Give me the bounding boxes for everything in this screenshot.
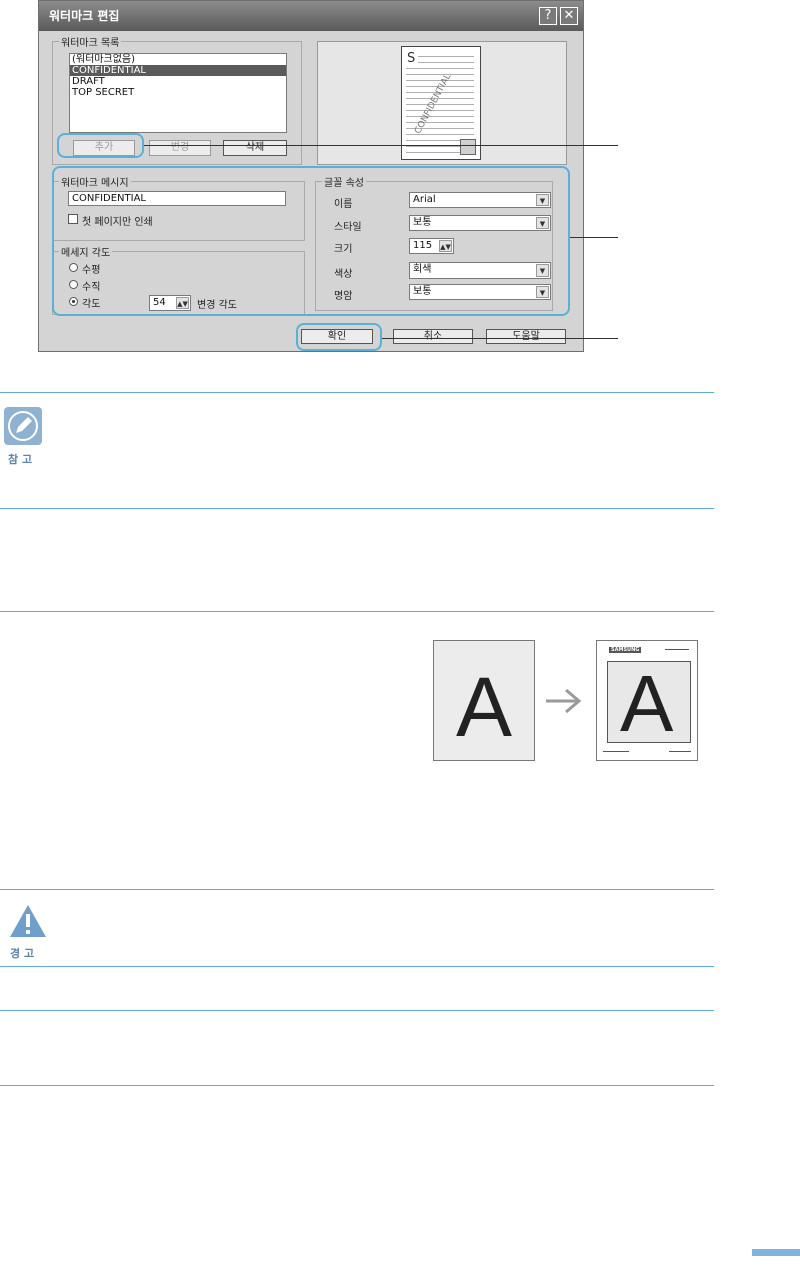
divider: [0, 1085, 714, 1086]
callout-line-1: [144, 145, 618, 146]
thumbnail-graphic: [460, 139, 476, 155]
update-button[interactable]: 변경: [149, 140, 211, 156]
callout-line-3: [382, 338, 618, 339]
list-item[interactable]: (워터마크없음): [70, 54, 286, 65]
help-button[interactable]: 도움말: [486, 329, 566, 344]
cancel-button[interactable]: 취소: [393, 329, 473, 344]
divider: [0, 392, 714, 393]
watermark-listbox[interactable]: (워터마크없음) CONFIDENTIAL DRAFT TOP SECRET: [69, 53, 287, 133]
ok-button-highlight: [296, 323, 382, 351]
overlay-frame: A: [607, 659, 691, 748]
page-preview: S CONFIDENTIAL: [401, 46, 481, 160]
list-item[interactable]: DRAFT: [70, 76, 286, 87]
overlay-page-illustration: SAMSUNG A: [596, 640, 698, 761]
preview-letter: S: [407, 51, 416, 66]
callout-line-2: [570, 237, 618, 238]
add-button-highlight: [57, 133, 144, 158]
divider: [0, 889, 714, 890]
close-button[interactable]: ✕: [560, 7, 578, 25]
brand-logo: SAMSUNG: [609, 647, 642, 653]
warning-caption: 경 고: [10, 947, 35, 960]
original-page-illustration: A: [433, 640, 535, 761]
list-item[interactable]: TOP SECRET: [70, 87, 286, 98]
dialog-title: 워터마크 편집: [49, 9, 120, 23]
help-title-button[interactable]: ?: [539, 7, 557, 25]
divider: [0, 508, 714, 509]
title-bar: 워터마크 편집 ? ✕: [39, 1, 583, 31]
preview-panel: S CONFIDENTIAL: [317, 41, 567, 165]
note-caption: 참 고: [8, 453, 33, 466]
original-letter: A: [456, 660, 513, 754]
overlay-letter: A: [620, 659, 674, 748]
divider: [0, 966, 714, 967]
pencil-icon: [4, 407, 42, 445]
warning-icon: [8, 903, 48, 939]
settings-highlight: [52, 166, 570, 316]
watermark-list-legend: 워터마크 목록: [59, 34, 122, 49]
page-tab-marker: [752, 1249, 800, 1256]
list-item-selected[interactable]: CONFIDENTIAL: [70, 65, 286, 76]
arrow-right-icon: [544, 686, 584, 716]
delete-button[interactable]: 삭제: [223, 140, 287, 156]
divider: [0, 1010, 714, 1011]
divider: [0, 611, 714, 612]
